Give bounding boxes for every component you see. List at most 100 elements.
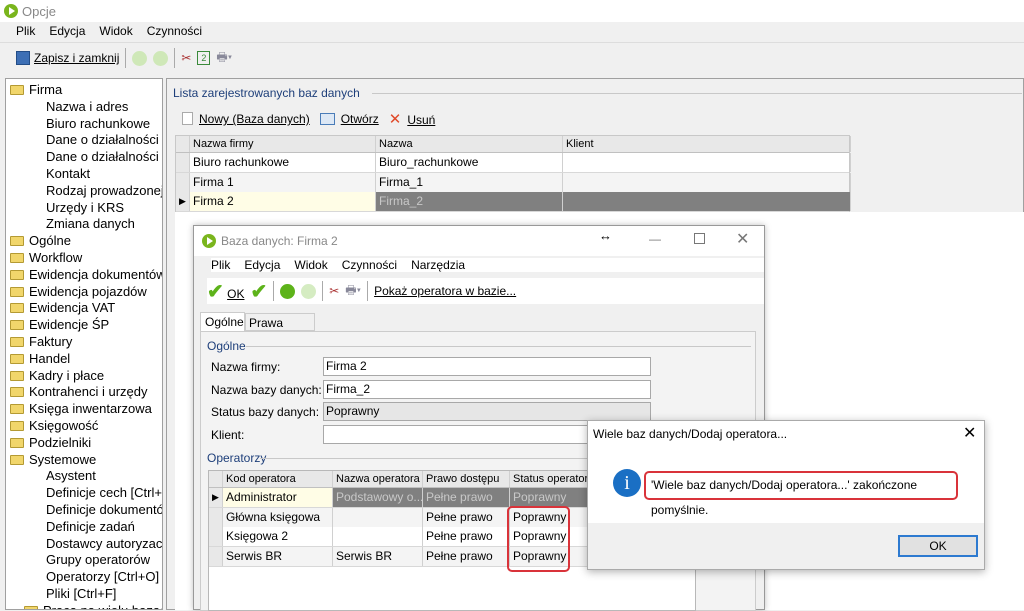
forward-icon[interactable] bbox=[153, 50, 169, 66]
tree-item[interactable]: Asystent bbox=[46, 467, 96, 484]
tree-item[interactable]: Rodzaj prowadzonej bbox=[46, 182, 162, 199]
info-icon: i bbox=[613, 469, 641, 497]
column-header[interactable]: Klient bbox=[563, 136, 851, 152]
folder-open-icon bbox=[10, 454, 24, 465]
tree-item[interactable]: Dostawcy autoryzacji bbox=[46, 535, 162, 552]
folder-open-icon bbox=[24, 605, 38, 609]
tree-item[interactable]: Ewidencja VAT bbox=[10, 299, 115, 316]
tree-item[interactable]: Kontakt bbox=[46, 165, 90, 182]
ok-button[interactable]: OK bbox=[898, 535, 978, 557]
menu-item[interactable]: Edycja bbox=[49, 24, 85, 38]
tree-item[interactable]: Grupy operatorów bbox=[46, 551, 150, 568]
tree-item[interactable]: Dane o działalności bbox=[46, 131, 159, 148]
back-icon[interactable] bbox=[132, 50, 148, 66]
tree-item[interactable]: Definicje zadań bbox=[46, 518, 135, 535]
tree-item[interactable]: Księgowość bbox=[10, 417, 98, 434]
tree-item[interactable]: Workflow bbox=[10, 249, 82, 266]
menu-item[interactable]: Widok bbox=[294, 258, 327, 272]
folder-icon bbox=[10, 303, 24, 314]
tree-item[interactable]: Kontrahenci i urzędy bbox=[10, 383, 148, 400]
table-row[interactable]: ▶ Firma 2 Firma_2 bbox=[176, 192, 851, 212]
tree-item[interactable]: Ewidencja dokumentów bbox=[10, 266, 162, 283]
menu-item[interactable]: Plik bbox=[16, 24, 35, 38]
save-check-icon[interactable]: ✔ bbox=[250, 279, 267, 304]
tree-item[interactable]: Operatorzy [Ctrl+O] bbox=[46, 568, 159, 585]
minimize-button[interactable]: — bbox=[649, 232, 661, 246]
table-cell bbox=[563, 153, 851, 172]
tree-item[interactable]: Firma bbox=[10, 81, 62, 98]
tree-item[interactable]: Biuro rachunkowe bbox=[46, 115, 150, 132]
folder-icon bbox=[10, 421, 24, 431]
tree-item[interactable]: Zmiana danych bbox=[46, 215, 135, 232]
row-header bbox=[209, 546, 223, 566]
table-cell: Główna księgowa bbox=[223, 507, 333, 527]
tree-item[interactable]: Systemowe bbox=[10, 451, 96, 468]
tree-item[interactable]: Praca na wielu bazach bbox=[24, 602, 162, 609]
folder-icon bbox=[10, 286, 24, 297]
column-header[interactable]: Kod operatora bbox=[223, 471, 333, 487]
tab-general[interactable]: Ogólne bbox=[200, 312, 245, 331]
table-row[interactable]: Firma 1 Firma_1 bbox=[176, 172, 851, 193]
row-header bbox=[209, 507, 223, 527]
column-header[interactable]: Nazwa bbox=[376, 136, 563, 152]
tools-icon[interactable]: ✂ bbox=[181, 51, 191, 65]
menu-item[interactable]: Edycja bbox=[244, 258, 280, 272]
menu-item[interactable]: Czynności bbox=[147, 24, 202, 38]
tree-item[interactable]: Dane o działalności bbox=[46, 148, 159, 165]
menu-item[interactable]: Czynności bbox=[342, 258, 397, 272]
print-icon[interactable]: 🖶▾ bbox=[216, 48, 232, 69]
table-cell: Firma_2 bbox=[376, 192, 563, 211]
maximize-button[interactable] bbox=[694, 233, 705, 244]
tree-item[interactable]: Nazwa i adres bbox=[46, 98, 128, 115]
table-cell: Firma 1 bbox=[190, 172, 376, 192]
tree-item[interactable]: Urzędy i KRS bbox=[46, 199, 124, 216]
tree-item[interactable]: Handel bbox=[10, 350, 70, 367]
column-header[interactable]: Nazwa operatora bbox=[333, 471, 423, 487]
tree-item[interactable]: Faktury bbox=[10, 333, 72, 350]
field-label: Nazwa bazy danych: bbox=[211, 382, 322, 397]
new-db-button[interactable]: Nowy (Baza danych) bbox=[182, 112, 310, 126]
close-button[interactable]: ✕ bbox=[736, 229, 749, 249]
field-input[interactable] bbox=[323, 424, 588, 444]
tab-data-rights[interactable]: Prawa danych bbox=[245, 313, 315, 344]
show-operator-button[interactable]: Pokaż operatora w bazie... bbox=[374, 284, 516, 298]
close-button[interactable]: ✕ bbox=[963, 423, 976, 443]
back-icon[interactable] bbox=[280, 283, 296, 299]
table-row[interactable]: Biuro rachunkowe Biuro_rachunkowe bbox=[176, 153, 851, 173]
grid-header: Nazwa firmy Nazwa Klient bbox=[176, 136, 851, 153]
tree-item[interactable]: Pliki [Ctrl+F] bbox=[46, 585, 116, 602]
tools-icon[interactable]: ✂ bbox=[329, 284, 339, 298]
window-title: Opcje bbox=[22, 4, 56, 19]
tree-item[interactable]: Kadry i płace bbox=[10, 367, 104, 384]
tree-item[interactable]: Ewidencje ŚP bbox=[10, 316, 109, 333]
tree-item[interactable]: Podzielniki bbox=[10, 434, 91, 451]
column-header[interactable]: Prawo dostępu bbox=[423, 471, 510, 487]
menu-item[interactable]: Widok bbox=[99, 24, 132, 38]
save-close-button[interactable]: Zapisz i zamknij bbox=[16, 51, 119, 65]
tree-item[interactable]: Ewidencja pojazdów bbox=[10, 283, 147, 300]
floppy-icon bbox=[16, 51, 30, 65]
operators-group-label: Operatorzy bbox=[207, 451, 267, 465]
tree-item[interactable]: Definicje dokumentów bbox=[46, 501, 162, 518]
excel-icon[interactable]: 2 bbox=[197, 51, 211, 65]
db-list-grid: Nazwa firmy Nazwa Klient Biuro rachunkowe Bi… bbox=[175, 135, 851, 212]
column-header[interactable]: Nazwa firmy bbox=[190, 136, 376, 152]
field-input[interactable]: Firma_2 bbox=[323, 379, 651, 399]
menu-item[interactable]: Narzędzia bbox=[411, 258, 465, 272]
tree-item[interactable]: Ogólne bbox=[10, 232, 71, 249]
ok-button[interactable]: ✔ OK bbox=[207, 279, 244, 304]
field-input[interactable]: Firma 2 bbox=[323, 357, 651, 376]
tree-item[interactable]: Księga inwentarzowa bbox=[10, 400, 152, 417]
resize-cursor-icon: ↔ bbox=[599, 228, 612, 243]
delete-db-button[interactable]: ✕ Usuń bbox=[389, 110, 436, 128]
print-icon[interactable]: 🖶▾ bbox=[345, 281, 361, 302]
table-cell: Serwis BR bbox=[333, 546, 423, 566]
menu-item[interactable]: Plik bbox=[211, 258, 230, 272]
app-icon bbox=[4, 4, 18, 18]
forward-icon[interactable] bbox=[301, 283, 317, 299]
db-list-group-label: Lista zarejestrowanych baz danych bbox=[173, 86, 360, 100]
table-cell: Administrator bbox=[223, 488, 333, 507]
message-box-title: Wiele baz danych/Dodaj operatora... bbox=[593, 427, 788, 441]
tree-item[interactable]: Definicje cech [Ctrl+H bbox=[46, 484, 162, 501]
open-db-button[interactable]: Otwórz bbox=[319, 112, 379, 126]
